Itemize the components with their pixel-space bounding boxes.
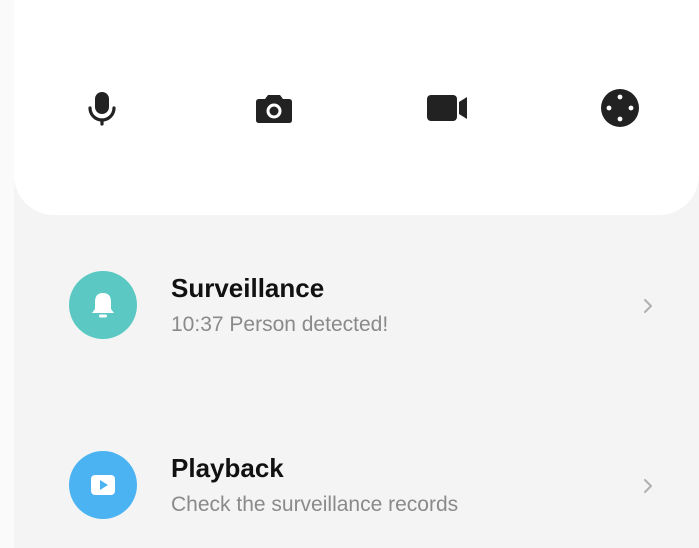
surveillance-subtitle: 10:37 Person detected! <box>171 313 389 336</box>
chevron-right-icon <box>640 295 656 317</box>
record-button[interactable] <box>419 80 475 136</box>
surveillance-title: Surveillance <box>171 273 325 303</box>
playback-item[interactable]: Playback Check the surveillance records <box>14 451 699 548</box>
play-icon <box>91 475 115 495</box>
camera-icon <box>256 95 292 123</box>
surveillance-item[interactable]: Surveillance 10:37 Person detected! <box>14 271 699 371</box>
bell-icon <box>92 293 114 318</box>
surveillance-icon-circle <box>69 271 137 339</box>
playback-subtitle: Check the surveillance records <box>171 493 459 516</box>
playback-icon-circle <box>69 451 137 519</box>
microphone-button[interactable] <box>74 80 130 136</box>
snapshot-button[interactable] <box>246 80 302 136</box>
left-edge <box>0 0 14 548</box>
camera-control-screen: Surveillance 10:37 Person detected! Play… <box>0 0 699 548</box>
microphone-icon <box>88 92 116 126</box>
controls-card <box>14 0 699 215</box>
direction-button[interactable] <box>592 80 648 136</box>
chevron-right-icon <box>640 475 656 497</box>
playback-title: Playback <box>171 453 284 483</box>
video-camera-icon <box>427 95 467 121</box>
direction-pad-icon <box>601 89 639 127</box>
